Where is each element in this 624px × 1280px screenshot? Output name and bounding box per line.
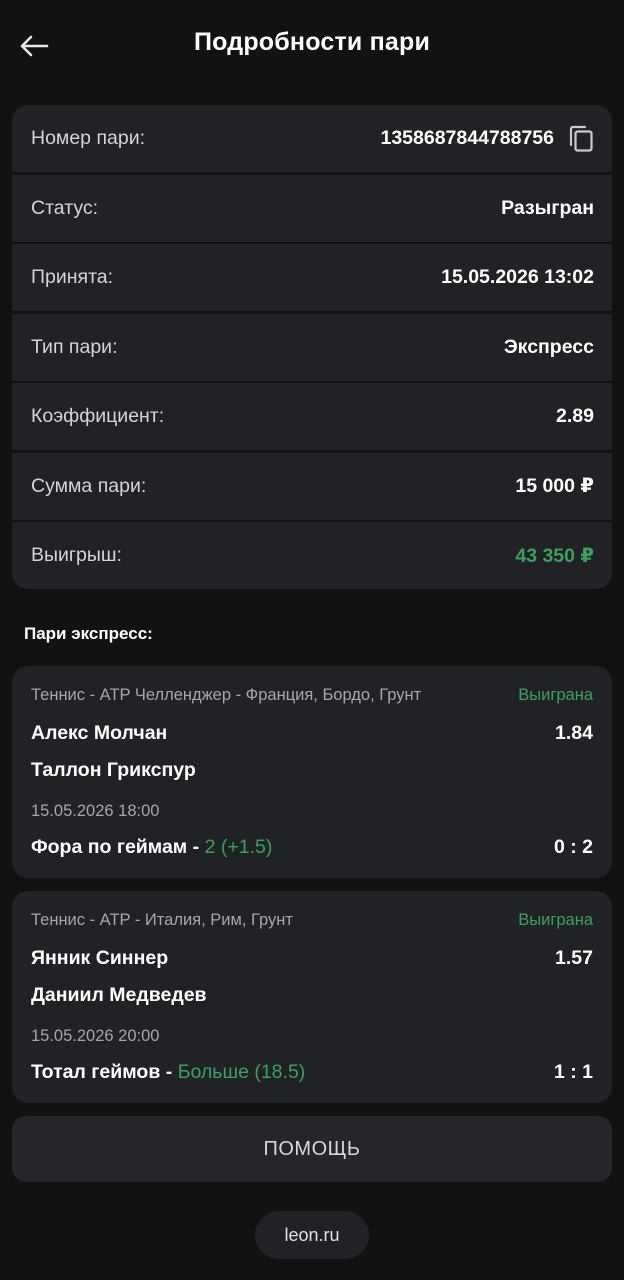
status-value: Разыгран <box>501 196 594 219</box>
winnings-value: 43 350 ₽ <box>515 544 594 567</box>
copy-icon[interactable] <box>568 125 594 153</box>
market-outcome: 2 (+1.5) <box>204 836 273 858</box>
bet-date: 15.05.2026 18:00 <box>31 802 160 820</box>
header: Подробности пари <box>0 0 624 92</box>
bet-team-home: Янник Синнер <box>31 947 169 969</box>
market-name: Фора по геймам <box>31 836 188 858</box>
stake-value: 15 000 ₽ <box>515 475 594 497</box>
detail-row-bet-type: Тип пари: Экспресс <box>12 313 612 381</box>
help-button[interactable]: ПОМОЩЬ <box>12 1116 612 1182</box>
detail-row-winnings: Выигрыш: 43 350 ₽ <box>12 522 612 589</box>
detail-label: Сумма пари: <box>31 474 147 497</box>
bet-number-value: 1358687844788756 <box>380 127 554 149</box>
bet-league: Теннис - ATP - Италия, Рим, Грунт <box>31 911 293 929</box>
detail-row-status: Статус: Разыгран <box>12 174 612 242</box>
bet-score: 1 : 1 <box>553 1061 593 1083</box>
detail-label: Статус: <box>31 196 99 219</box>
market-outcome: Больше (18.5) <box>177 1061 306 1083</box>
bet-market: Фора по геймам - 2 (+1.5) <box>31 836 272 859</box>
detail-label: Коэффициент: <box>31 405 165 427</box>
market-name: Тотал геймов <box>31 1061 161 1083</box>
detail-label: Выигрыш: <box>31 544 122 566</box>
bet-status: Выиграна <box>518 911 593 929</box>
section-title: Пари экспресс: <box>24 624 153 643</box>
bet-team-away: Даниил Медведев <box>31 984 207 1006</box>
bet-score: 0 : 2 <box>553 836 593 858</box>
bet-date: 15.05.2026 20:00 <box>31 1027 160 1045</box>
bet-card[interactable]: Теннис - ATP - Италия, Рим, Грунт Выигра… <box>12 891 612 1103</box>
bet-team-away: Таллон Грикспур <box>31 759 196 781</box>
detail-row-bet-number: Номер пари: 1358687844788756 <box>12 105 612 172</box>
bet-league: Теннис - ATP Челленджер - Франция, Бордо… <box>31 686 422 704</box>
bet-details-card: Номер пари: 1358687844788756 Статус: Раз… <box>12 105 612 589</box>
detail-row-stake: Сумма пари: 15 000 ₽ <box>12 452 612 520</box>
accepted-value: 15.05.2026 13:02 <box>441 266 594 288</box>
domain-link[interactable]: leon.ru <box>255 1211 369 1259</box>
bet-odds: 1.84 <box>555 722 593 744</box>
detail-label: Принята: <box>31 266 114 288</box>
detail-row-coefficient: Коэффициент: 2.89 <box>12 383 612 450</box>
bet-status: Выиграна <box>518 686 593 704</box>
bet-odds: 1.57 <box>555 947 593 969</box>
bet-type-value: Экспресс <box>503 335 594 358</box>
coefficient-value: 2.89 <box>556 405 594 427</box>
detail-value: 1358687844788756 <box>380 125 594 153</box>
bet-market: Тотал геймов - Больше (18.5) <box>31 1061 305 1084</box>
detail-row-accepted: Принята: 15.05.2026 13:02 <box>12 244 612 311</box>
market-separator: - <box>160 1061 178 1083</box>
detail-label: Тип пари: <box>31 335 118 358</box>
market-separator: - <box>187 836 205 858</box>
page-title: Подробности пари <box>193 28 431 56</box>
bet-team-home: Алекс Молчан <box>31 722 168 744</box>
detail-label: Номер пари: <box>31 127 146 149</box>
bet-card[interactable]: Теннис - ATP Челленджер - Франция, Бордо… <box>12 666 612 878</box>
